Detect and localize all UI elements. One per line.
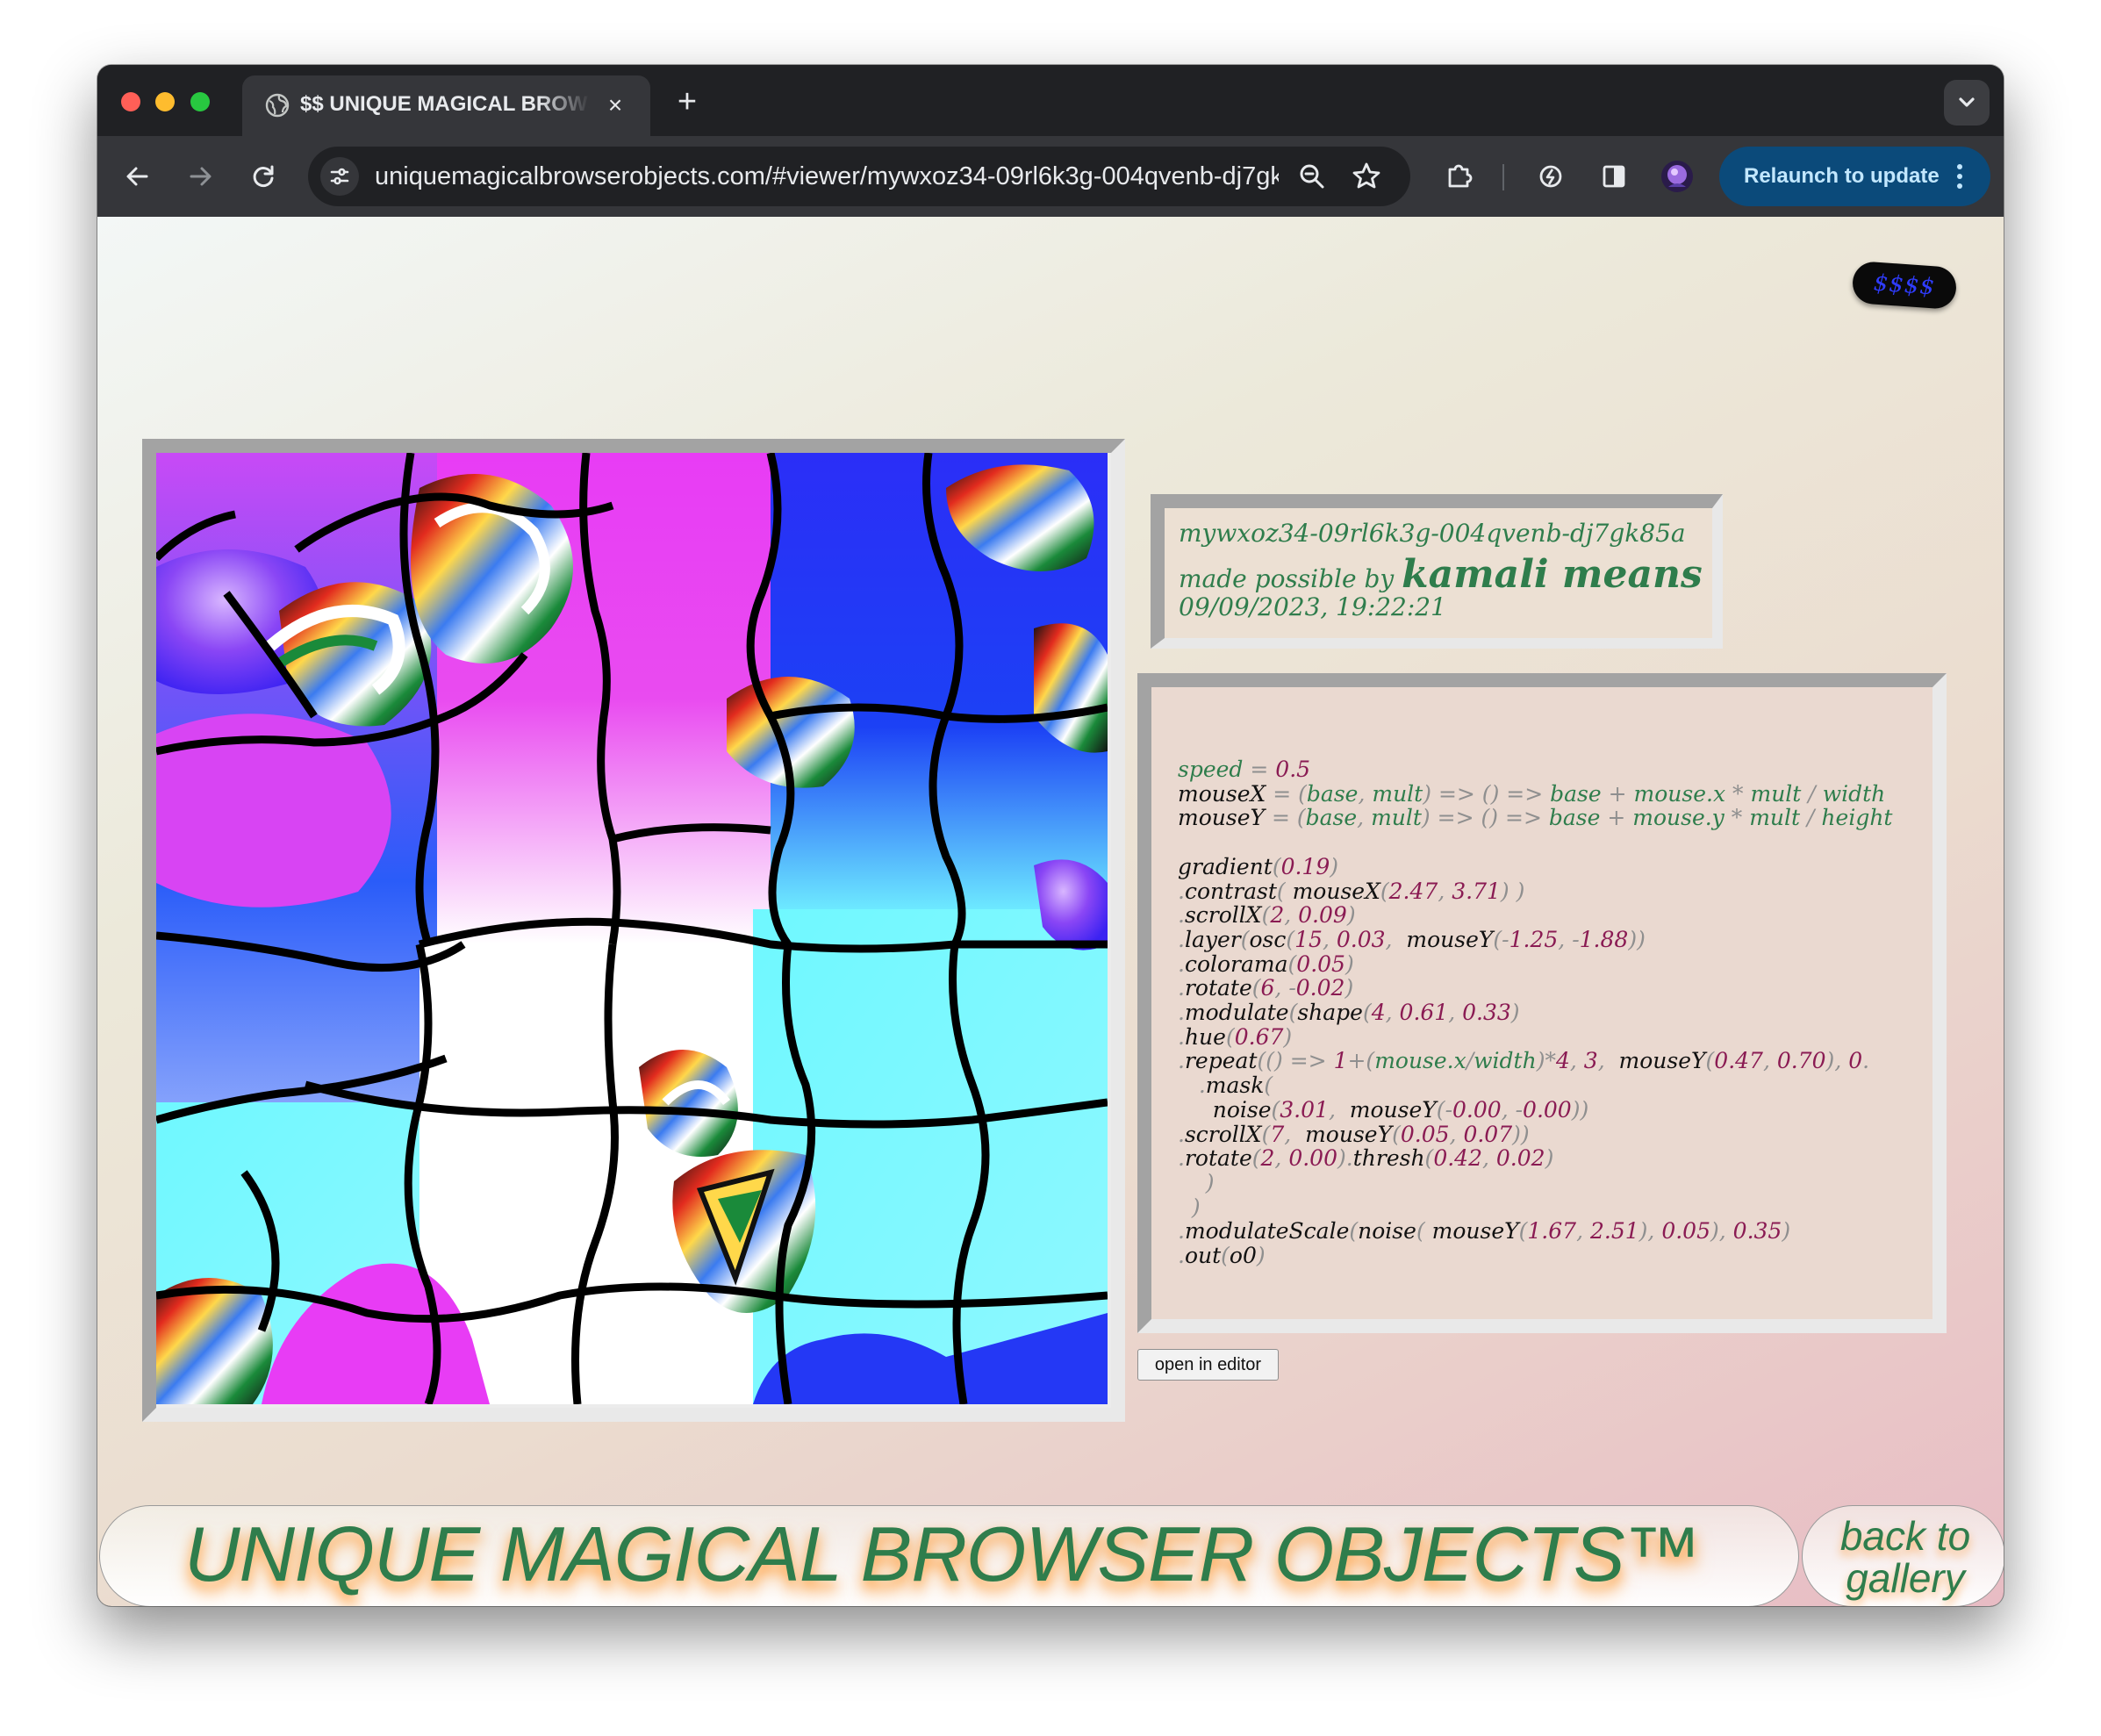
performance-icon[interactable] — [1531, 157, 1570, 196]
new-tab-button[interactable]: + — [670, 85, 705, 120]
code-line: .out(o0) — [1178, 1243, 1266, 1269]
active-tab[interactable]: $$ UNIQUE MAGICAL BROWSER OBJECTS × — [242, 75, 650, 136]
url-text[interactable]: uniquemagicalbrowserobjects.com/#viewer/… — [375, 161, 1279, 192]
money-badge[interactable]: $$$$ — [1851, 260, 1958, 311]
minimize-window-button[interactable] — [155, 92, 175, 111]
chevron-down-icon — [1959, 97, 1975, 107]
code-line: mouseY = (base, mult) => () => base + mo… — [1178, 805, 1893, 831]
code-line: .rotate(2, 0.00).thresh(0.42, 0.02) — [1178, 1145, 1554, 1172]
code-line: .hue(0.67) — [1178, 1023, 1293, 1050]
code-line: .modulateScale(noise( mouseY(1.67, 2.51)… — [1178, 1218, 1791, 1245]
code-line: speed = 0.5 — [1178, 757, 1311, 782]
page-content: $$$$ mywxoz34-09rl6k3g-004qvenb-dj7gk85a… — [97, 217, 2004, 1606]
artist-name: kamali means — [1402, 552, 1703, 597]
star-icon[interactable] — [1349, 159, 1384, 194]
made-possible-by-label: made possible by — [1179, 564, 1395, 593]
back-to-gallery-line-1: back to — [1839, 1513, 1971, 1559]
kebab-menu-icon[interactable] — [1954, 161, 1965, 192]
generative-artwork-canvas[interactable] — [156, 453, 1108, 1404]
open-in-editor-button[interactable]: open in editor — [1137, 1349, 1279, 1381]
code-line: .scrollX(2, 0.09) — [1178, 902, 1356, 929]
back-to-gallery-button[interactable]: back to gallery — [1802, 1505, 2004, 1606]
code-line: .rotate(6, -0.02) — [1178, 975, 1354, 1001]
site-title: UNIQUE MAGICAL BROWSER OBJECTS™ — [184, 1510, 1702, 1597]
tab-close-icon[interactable]: × — [602, 92, 628, 118]
back-to-gallery-label: back to gallery — [1822, 1515, 1989, 1599]
credit-line: made possible by kamali means — [1179, 552, 1703, 597]
creation-date: 09/09/2023, 19:22:21 — [1179, 592, 1446, 621]
site-title-banner[interactable]: UNIQUE MAGICAL BROWSER OBJECTS™ — [99, 1505, 1799, 1606]
back-to-gallery-line-2: gallery — [1846, 1555, 1965, 1601]
object-info-panel: mywxoz34-09rl6k3g-004qvenb-dj7gk85a made… — [1151, 494, 1723, 649]
browser-window: $$ UNIQUE MAGICAL BROWSER OBJECTS × + — [97, 65, 2004, 1606]
code-line: .modulate(shape(4, 0.61, 0.33) — [1178, 1000, 1520, 1026]
globe-icon — [265, 93, 290, 118]
zoom-icon[interactable] — [1294, 159, 1330, 194]
forward-arrow-icon[interactable] — [181, 157, 219, 196]
toolbar-divider — [1502, 164, 1504, 190]
code-line: mouseX = (base, mult) => () => base + mo… — [1178, 780, 1886, 807]
code-line: .scrollX(7, mouseY(0.05, 0.07)) — [1178, 1121, 1530, 1147]
tune-icon — [330, 168, 349, 185]
site-settings-button[interactable] — [320, 157, 359, 196]
relaunch-button[interactable]: Relaunch to update — [1719, 147, 1990, 206]
reload-icon[interactable] — [244, 157, 283, 196]
code-line: .colorama(0.05) — [1178, 950, 1354, 977]
tab-title: $$ UNIQUE MAGICAL BROWSER OBJECTS — [300, 92, 590, 116]
object-id: mywxoz34-09rl6k3g-004qvenb-dj7gk85a — [1179, 519, 1686, 548]
code-panel: speed = 0.5 mouseX = (base, mult) => () =… — [1137, 673, 1947, 1333]
maximize-window-button[interactable] — [190, 92, 210, 111]
close-window-button[interactable] — [121, 92, 140, 111]
browser-toolbar: uniquemagicalbrowserobjects.com/#viewer/… — [97, 136, 2004, 217]
side-panel-icon[interactable] — [1595, 157, 1633, 196]
code-line: noise(3.01, mouseY(-0.00, -0.00)) — [1178, 1096, 1589, 1123]
tab-strip: $$ UNIQUE MAGICAL BROWSER OBJECTS × + — [97, 65, 2004, 136]
address-bar[interactable]: uniquemagicalbrowserobjects.com/#viewer/… — [308, 147, 1410, 206]
extensions-icon[interactable] — [1440, 157, 1479, 196]
code-line: gradient(0.19) — [1178, 853, 1339, 879]
code-line: .layer(osc(15, 0.03, mouseY(-1.25, -1.88… — [1178, 926, 1646, 952]
relaunch-label: Relaunch to update — [1744, 164, 1940, 188]
hydra-code: speed = 0.5 mouseX = (base, mult) => () =… — [1178, 757, 1932, 1269]
code-line: ) — [1205, 1169, 1215, 1195]
code-line: .mask( — [1198, 1072, 1273, 1099]
profile-avatar-icon[interactable] — [1658, 157, 1696, 196]
code-line: .repeat(() => 1+(mouse.x/width)*4, 3, mo… — [1178, 1048, 1870, 1074]
tab-search-button[interactable] — [1944, 80, 1990, 126]
code-line: .contrast( mouseX(2.47, 3.71) ) — [1178, 878, 1525, 904]
artwork-frame — [142, 439, 1125, 1422]
back-arrow-icon[interactable] — [118, 157, 157, 196]
code-line: ) — [1191, 1194, 1201, 1220]
